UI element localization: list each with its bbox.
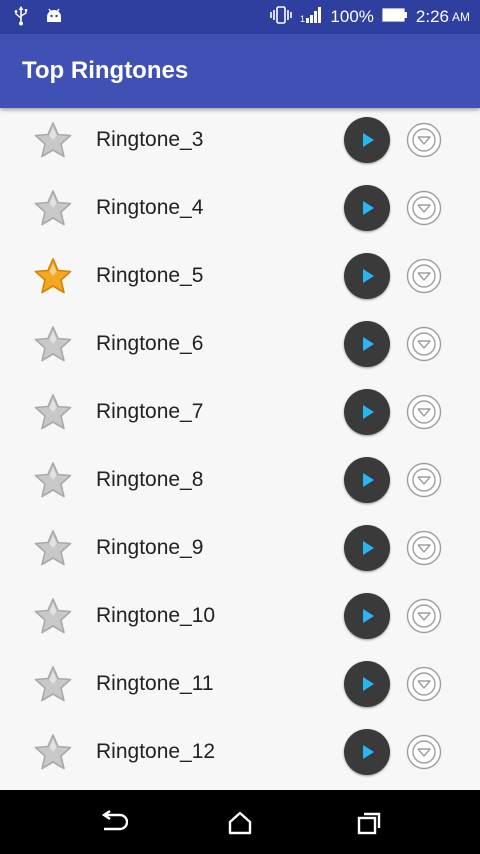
status-bar: 1 100% 2:26 AM (0, 0, 480, 34)
chevron-down-circle-icon (406, 326, 442, 362)
ringtone-label: Ringtone_7 (96, 400, 204, 423)
play-button[interactable] (344, 389, 390, 435)
favorite-star-icon[interactable] (33, 528, 73, 568)
ringtone-list[interactable]: Ringtone_3 Ringtone_4 Ringtone_5 Ringtone_6… (0, 106, 480, 790)
back-icon[interactable] (98, 808, 129, 838)
play-icon (363, 405, 374, 419)
download-button[interactable] (406, 462, 442, 498)
favorite-star-icon[interactable] (33, 732, 73, 772)
download-button[interactable] (406, 530, 442, 566)
ringtone-label: Ringtone_12 (96, 740, 216, 763)
play-icon (363, 541, 374, 555)
play-icon (363, 269, 374, 283)
battery-percent: 100% (330, 7, 374, 26)
favorite-star-icon[interactable] (33, 188, 73, 228)
svg-text:1: 1 (300, 14, 305, 24)
download-button[interactable] (406, 394, 442, 430)
ringtone-label: Ringtone_11 (96, 672, 214, 695)
chevron-down-circle-icon (406, 462, 442, 498)
battery-icon (382, 7, 408, 27)
ringtone-label: Ringtone_5 (96, 264, 204, 287)
chevron-down-circle-icon (406, 258, 442, 294)
ringtone-row[interactable]: Ringtone_7 (0, 378, 480, 446)
navigation-bar (0, 790, 480, 854)
ringtone-row[interactable]: Ringtone_9 (0, 514, 480, 582)
play-icon (363, 609, 374, 623)
play-button[interactable] (344, 729, 390, 775)
download-button[interactable] (406, 122, 442, 158)
favorite-star-icon[interactable] (33, 120, 73, 160)
recents-icon[interactable] (354, 808, 384, 838)
play-icon (363, 337, 374, 351)
ringtone-row[interactable]: Ringtone_6 (0, 310, 480, 378)
chevron-down-circle-icon (406, 666, 442, 702)
favorite-star-icon[interactable] (33, 256, 73, 296)
ringtone-label: Ringtone_4 (96, 196, 204, 219)
favorite-star-icon[interactable] (33, 460, 73, 500)
chevron-down-circle-icon (406, 394, 442, 430)
favorite-star-icon[interactable] (33, 664, 73, 704)
android-icon (44, 6, 64, 31)
signal-icon: 1 (300, 6, 322, 29)
play-button[interactable] (344, 117, 390, 163)
app-bar: Top Ringtones (0, 34, 480, 108)
ringtone-label: Ringtone_3 (96, 128, 204, 151)
play-button[interactable] (344, 593, 390, 639)
play-button[interactable] (344, 457, 390, 503)
play-button[interactable] (344, 185, 390, 231)
download-button[interactable] (406, 734, 442, 770)
play-button[interactable] (344, 661, 390, 707)
chevron-down-circle-icon (406, 734, 442, 770)
clock-ampm: AM (452, 10, 470, 24)
play-button[interactable] (344, 253, 390, 299)
status-bar-left (14, 6, 64, 31)
download-button[interactable] (406, 190, 442, 226)
home-icon[interactable] (225, 808, 255, 838)
usb-icon (14, 6, 28, 31)
ringtone-row[interactable]: Ringtone_4 (0, 174, 480, 242)
play-icon (363, 201, 374, 215)
favorite-star-icon[interactable] (33, 392, 73, 432)
chevron-down-circle-icon (406, 122, 442, 158)
play-button[interactable] (344, 525, 390, 571)
download-button[interactable] (406, 666, 442, 702)
clock-time: 2:26 (415, 7, 449, 26)
ringtone-row[interactable]: Ringtone_10 (0, 582, 480, 650)
ringtone-row[interactable]: Ringtone_5 (0, 242, 480, 310)
play-button[interactable] (344, 321, 390, 367)
download-button[interactable] (406, 598, 442, 634)
download-button[interactable] (406, 258, 442, 294)
ringtone-row[interactable]: Ringtone_3 (0, 106, 480, 174)
ringtone-label: Ringtone_10 (96, 604, 216, 627)
play-icon (363, 473, 374, 487)
favorite-star-icon[interactable] (33, 324, 73, 364)
chevron-down-circle-icon (406, 530, 442, 566)
favorite-star-icon[interactable] (33, 596, 73, 636)
play-icon (363, 133, 374, 147)
ringtone-row[interactable]: Ringtone_11 (0, 650, 480, 718)
ringtone-label: Ringtone_8 (96, 468, 204, 491)
vibrate-icon (270, 5, 293, 30)
ringtone-row[interactable]: Ringtone_12 (0, 718, 480, 786)
ringtone-label: Ringtone_6 (96, 332, 204, 355)
app-title: Top Ringtones (22, 57, 189, 84)
ringtone-row[interactable]: Ringtone_8 (0, 446, 480, 514)
play-icon (363, 745, 374, 759)
play-icon (363, 677, 374, 691)
chevron-down-circle-icon (406, 190, 442, 226)
ringtone-label: Ringtone_9 (96, 536, 204, 559)
chevron-down-circle-icon (406, 598, 442, 634)
download-button[interactable] (406, 326, 442, 362)
status-bar-right: 1 100% 2:26 AM (270, 0, 470, 34)
